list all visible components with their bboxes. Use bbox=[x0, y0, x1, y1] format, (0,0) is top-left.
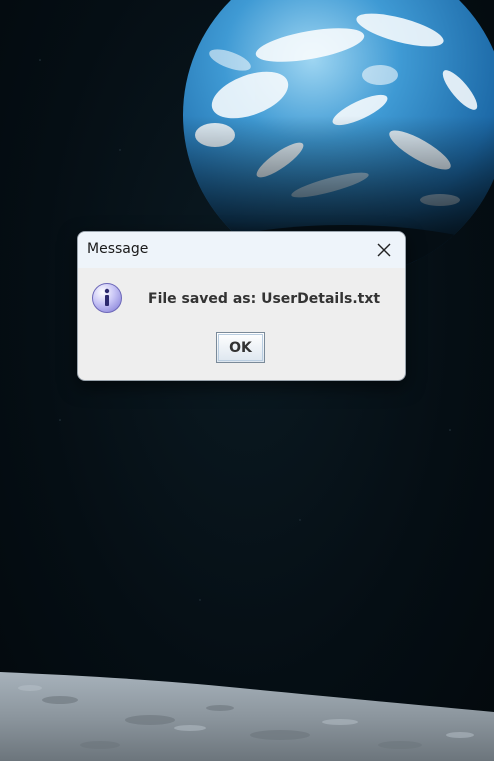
ok-button[interactable]: OK bbox=[216, 332, 265, 363]
dialog-title: Message bbox=[87, 241, 149, 257]
info-icon bbox=[91, 282, 123, 314]
message-text: File saved as: UserDetails.txt bbox=[148, 291, 381, 307]
message-dialog: Message File saved as: UserDetails.txt O… bbox=[77, 231, 406, 381]
dialog-titlebar[interactable]: Message bbox=[78, 232, 405, 268]
desktop-wallpaper: Message File saved as: UserDetails.txt O… bbox=[0, 0, 494, 761]
moon-surface bbox=[0, 672, 494, 761]
close-button[interactable] bbox=[371, 237, 397, 263]
close-icon bbox=[377, 243, 391, 257]
